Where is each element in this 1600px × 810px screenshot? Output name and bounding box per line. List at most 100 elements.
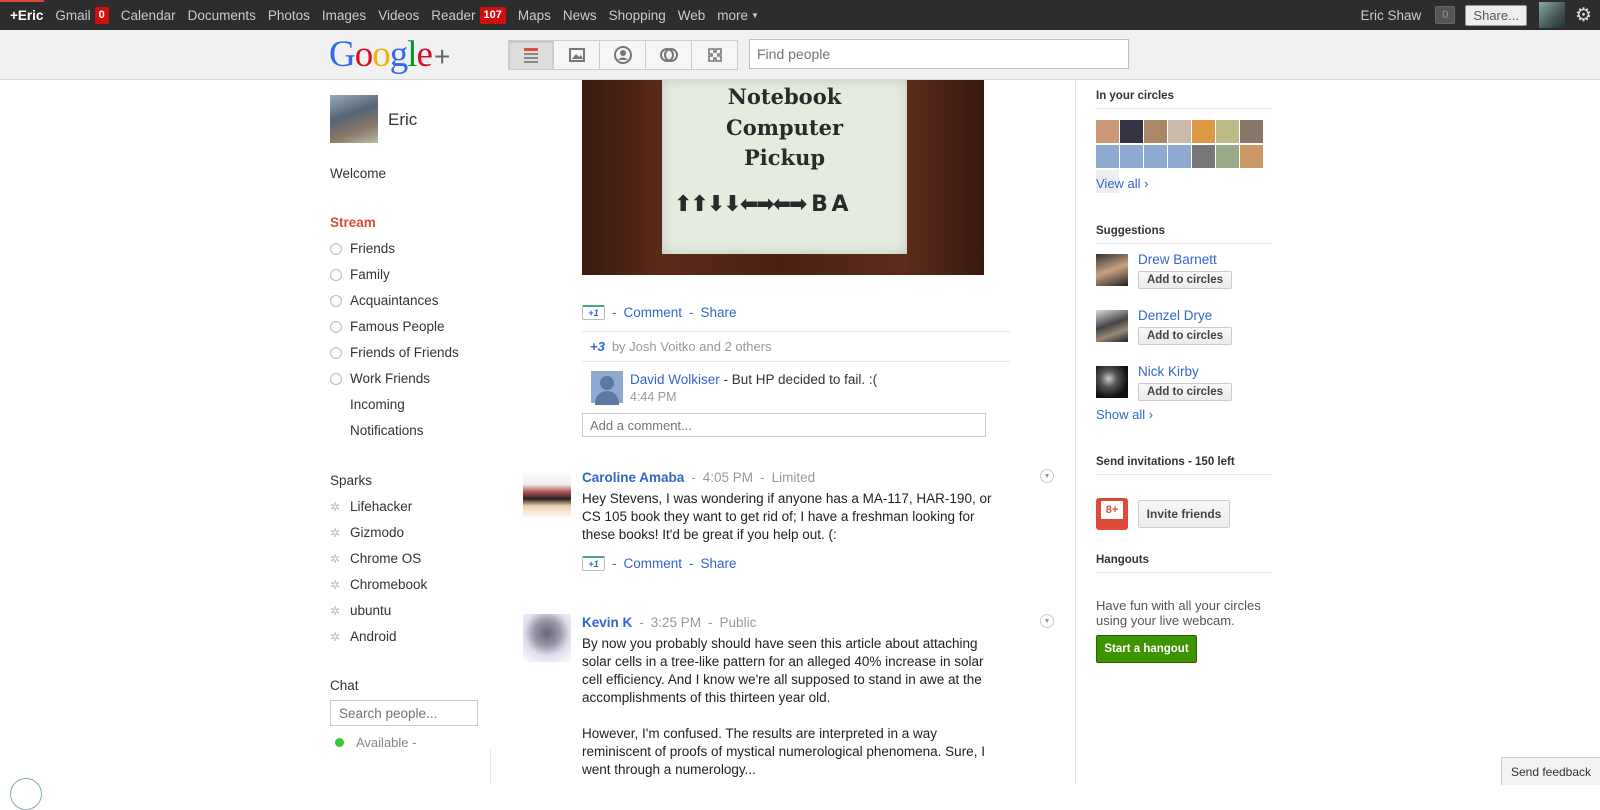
circle-friends-of-friends[interactable]: Friends of Friends <box>330 345 459 360</box>
circle-member-avatar[interactable] <box>1240 120 1263 143</box>
comment-link[interactable]: Comment <box>624 305 683 320</box>
suggestion-name[interactable]: Drew Barnett <box>1138 252 1217 267</box>
circle-work-friends[interactable]: Work Friends <box>330 371 430 386</box>
add-to-circles-button[interactable]: Add to circles <box>1138 271 1233 289</box>
photos-icon[interactable] <box>554 40 600 70</box>
plus-ones-summary[interactable]: +3 by Josh Voitko and 2 others <box>582 331 1010 362</box>
spark-icon: ✲ <box>330 603 341 618</box>
circle-member-avatar[interactable] <box>1168 145 1191 168</box>
suggestion-name[interactable]: Denzel Drye <box>1138 308 1212 323</box>
spark-chromebook[interactable]: ✲ Chromebook <box>330 577 427 592</box>
circle-member-avatar[interactable] <box>1216 145 1239 168</box>
nav-videos[interactable]: Videos <box>372 8 425 23</box>
add-comment-input[interactable] <box>582 413 986 437</box>
chat-availability[interactable]: Available - <box>335 735 416 750</box>
circle-friends[interactable]: Friends <box>330 241 395 256</box>
share-button[interactable]: Share... <box>1465 4 1527 26</box>
nav-plus-eric[interactable]: +Eric <box>0 8 49 23</box>
circle-acquaintances[interactable]: Acquaintances <box>330 293 439 308</box>
share-link[interactable]: Share <box>701 556 737 571</box>
spark-gizmodo[interactable]: ✲ Gizmodo <box>330 525 404 540</box>
nav-maps[interactable]: Maps <box>512 8 557 23</box>
spark-chrome-os[interactable]: ✲ Chrome OS <box>330 551 421 566</box>
profile-avatar[interactable] <box>330 95 378 143</box>
circles-icon[interactable] <box>646 40 692 70</box>
circle-member-avatar[interactable] <box>1120 145 1143 168</box>
corner-widget-icon[interactable] <box>10 778 42 810</box>
plus-one-button[interactable]: +1 <box>582 305 605 320</box>
stream-icon[interactable] <box>508 40 554 70</box>
start-hangout-button[interactable]: Start a hangout <box>1096 635 1197 663</box>
suggestion-avatar[interactable] <box>1096 310 1128 342</box>
google-plus-logo[interactable]: Google+ <box>329 33 450 79</box>
show-all-link[interactable]: Show all › <box>1096 407 1153 422</box>
find-people-input[interactable] <box>749 39 1129 69</box>
circle-member-avatar[interactable] <box>1240 145 1263 168</box>
post-photo[interactable]: Notebook Computer Pickup ⬆⬆⬇⬇⬅➡⬅➡ B A <box>582 80 984 275</box>
nav-gmail[interactable]: Gmail 0 <box>49 6 114 24</box>
spark-android[interactable]: ✲ Android <box>330 629 397 644</box>
post-time[interactable]: 3:25 PM <box>651 615 701 630</box>
circle-member-avatar[interactable] <box>1096 120 1119 143</box>
nav-calendar[interactable]: Calendar <box>115 8 182 23</box>
plus-one-button[interactable]: +1 <box>582 556 605 571</box>
circle-family[interactable]: Family <box>330 267 390 282</box>
nav-web[interactable]: Web <box>672 8 712 23</box>
post-author[interactable]: Kevin K <box>582 615 632 630</box>
divider <box>490 750 491 785</box>
nav-news[interactable]: News <box>557 8 603 23</box>
circle-member-avatar[interactable] <box>1144 145 1167 168</box>
circle-member-avatar[interactable] <box>1192 120 1215 143</box>
post-author[interactable]: Caroline Amaba <box>582 470 684 485</box>
stream-link[interactable]: Stream <box>330 215 376 230</box>
gear-icon[interactable]: ⚙ <box>1575 6 1592 25</box>
profile-name[interactable]: Eric <box>388 110 417 130</box>
spark-lifehacker[interactable]: ✲ Lifehacker <box>330 499 412 514</box>
comment-author[interactable]: David Wolkiser <box>630 372 720 387</box>
invite-mail-icon <box>1096 498 1128 530</box>
suggestion-name[interactable]: Nick Kirby <box>1138 364 1199 379</box>
post-visibility[interactable]: Public <box>720 615 757 630</box>
circle-member-avatar[interactable] <box>1144 120 1167 143</box>
suggestion-avatar[interactable] <box>1096 254 1128 286</box>
circle-member-avatar[interactable] <box>1216 120 1239 143</box>
games-icon[interactable] <box>692 40 738 70</box>
notifications-link[interactable]: Notifications <box>350 423 424 438</box>
spark-ubuntu[interactable]: ✲ ubuntu <box>330 603 391 618</box>
nav-reader[interactable]: Reader 107 <box>425 6 512 24</box>
comment: David Wolkiser - But HP decided to fail.… <box>630 372 877 387</box>
suggestion-avatar[interactable] <box>1096 366 1128 398</box>
profile-icon[interactable] <box>600 40 646 70</box>
post-author-avatar[interactable] <box>523 614 571 662</box>
nav-shopping[interactable]: Shopping <box>603 8 672 23</box>
add-to-circles-button[interactable]: Add to circles <box>1138 383 1233 401</box>
nav-more[interactable]: more ▼ <box>711 8 765 23</box>
post-menu-chevron-icon[interactable]: ▼ <box>1040 469 1054 483</box>
circle-member-avatar[interactable] <box>1192 145 1215 168</box>
view-all-link[interactable]: View all › <box>1096 176 1149 191</box>
nav-photos[interactable]: Photos <box>262 8 316 23</box>
commenter-avatar[interactable] <box>591 371 623 405</box>
incoming-link[interactable]: Incoming <box>350 397 405 412</box>
post-author-avatar[interactable] <box>523 470 571 518</box>
notification-count[interactable]: 0 <box>1435 6 1456 24</box>
account-avatar[interactable] <box>1538 2 1565 28</box>
welcome-link[interactable]: Welcome <box>330 166 386 181</box>
circle-member-avatar[interactable] <box>1168 120 1191 143</box>
send-feedback-button[interactable]: Send feedback <box>1501 757 1600 785</box>
add-to-circles-button[interactable]: Add to circles <box>1138 327 1233 345</box>
circle-member-avatar[interactable] <box>1120 120 1143 143</box>
invite-friends-button[interactable]: Invite friends <box>1138 500 1230 528</box>
circle-famous-people[interactable]: Famous People <box>330 319 445 334</box>
account-name[interactable]: Eric Shaw <box>1361 8 1422 23</box>
comment-link[interactable]: Comment <box>624 556 683 571</box>
share-link[interactable]: Share <box>701 305 737 320</box>
plus-ones-count: +3 <box>590 339 605 354</box>
post-time[interactable]: 4:05 PM <box>703 470 753 485</box>
nav-images[interactable]: Images <box>316 8 372 23</box>
post-visibility[interactable]: Limited <box>772 470 816 485</box>
nav-documents[interactable]: Documents <box>182 8 262 23</box>
circle-member-avatar[interactable] <box>1096 145 1119 168</box>
chat-search-input[interactable] <box>330 700 478 726</box>
post-menu-chevron-icon[interactable]: ▼ <box>1040 614 1054 628</box>
